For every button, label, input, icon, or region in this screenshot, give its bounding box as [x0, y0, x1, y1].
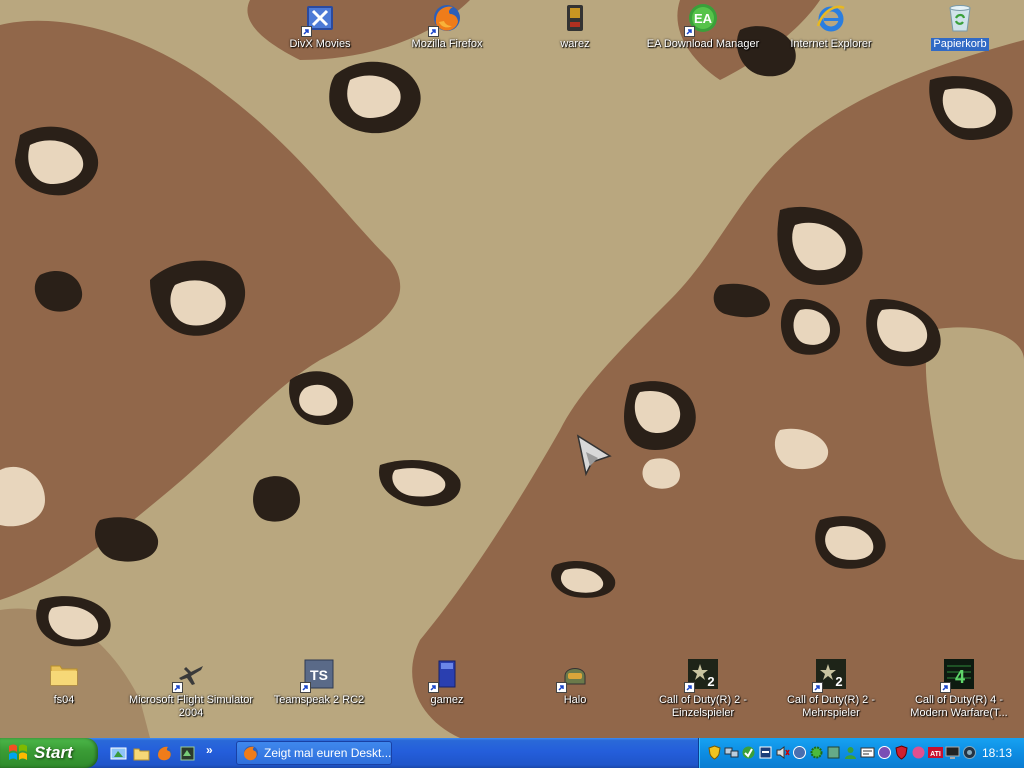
tray-icons: ATI	[707, 745, 977, 760]
system-tray: ATI 18:13	[698, 738, 1024, 768]
shortcut-arrow-icon	[428, 682, 439, 693]
app-icon[interactable]	[177, 743, 197, 763]
shortcut-arrow-icon	[556, 682, 567, 693]
icon-label: Call of Duty(R) 2 - Einzelspieler	[658, 694, 748, 719]
desktop-icon-divx-movies[interactable]: DivX Movies	[256, 0, 384, 62]
desktop-icon-cod2-mehrspieler[interactable]: 2 Call of Duty(R) 2 - Mehrspieler	[767, 656, 895, 719]
shortcut-arrow-icon	[684, 682, 695, 693]
svg-text:EA: EA	[694, 11, 713, 26]
desktop-icon-gamez[interactable]: gamez	[383, 656, 511, 718]
camouflage-wallpaper	[0, 0, 1024, 738]
gear-icon[interactable]	[809, 745, 824, 760]
quick-launch-more-button[interactable]: »	[206, 743, 213, 763]
desktop-icon-papierkorb[interactable]: Papierkorb	[896, 0, 1024, 62]
cod2-icon: 2	[812, 658, 847, 693]
desktop-icon-cod2-einzelspieler[interactable]: 2 Call of Duty(R) 2 - Einzelspieler	[639, 656, 767, 719]
icon-label: fs04	[53, 694, 75, 706]
app-icon[interactable]	[792, 745, 807, 760]
desktop-icon-fs04[interactable]: fs04	[0, 656, 128, 718]
shortcut-arrow-icon	[301, 26, 312, 37]
icon-label: Microsoft Flight Simulator 2004	[128, 694, 254, 719]
icon-label: warez	[560, 38, 590, 50]
network-icon[interactable]	[724, 745, 739, 760]
icon-label: Internet Explorer	[790, 38, 872, 50]
desktop-icon-teamspeak-2-rc2[interactable]: TS Teamspeak 2 RC2	[255, 656, 383, 718]
monitor-icon[interactable]	[945, 745, 960, 760]
icon-label: Halo	[563, 694, 587, 706]
shortcut-arrow-icon	[300, 682, 311, 693]
book-icon	[428, 658, 463, 693]
quick-launch-bar: »	[108, 743, 213, 763]
taskbar: Start » Zeigt mal euren Deskt... ATI 18:…	[0, 738, 1024, 768]
app-icon[interactable]	[911, 745, 926, 760]
icon-label: Papierkorb	[931, 38, 989, 51]
mouse-cursor-icon	[576, 434, 612, 477]
firefox-icon	[244, 746, 258, 761]
shortcut-arrow-icon	[940, 682, 951, 693]
ie-icon	[815, 2, 847, 34]
app-icon[interactable]	[877, 745, 892, 760]
shortcut-arrow-icon	[684, 26, 695, 37]
icon-label: EA Download Manager	[646, 38, 760, 50]
shield-icon[interactable]	[707, 745, 722, 760]
firefox-icon	[428, 2, 463, 37]
desktop-icon-mozilla-firefox[interactable]: Mozilla Firefox	[383, 0, 511, 62]
app-icon[interactable]	[962, 745, 977, 760]
task-button-firefox[interactable]: Zeigt mal euren Deskt...	[236, 741, 392, 765]
cod4-icon-text: 4	[955, 667, 965, 687]
ati-icon-text: ATI	[930, 751, 941, 758]
desktop[interactable]: DivX Movies Mozilla Firefox warez EA EA …	[0, 0, 1024, 738]
task-button-label: Zeigt mal euren Deskt...	[264, 746, 391, 760]
recycle-bin-icon	[944, 2, 976, 34]
teamspeak-icon-text: TS	[310, 667, 328, 683]
volume-icon[interactable]	[775, 745, 790, 760]
cod2-icon-text: 2	[707, 674, 714, 689]
folder-icon[interactable]	[131, 743, 151, 763]
desktop-icon-ea-download-manager[interactable]: EA EA Download Manager	[639, 0, 767, 62]
cod2-icon: 2	[684, 658, 719, 693]
desktop-icon-warez[interactable]: warez	[511, 0, 639, 62]
security-icon[interactable]	[758, 745, 773, 760]
shortcut-arrow-icon	[172, 682, 183, 693]
airplane-icon	[172, 658, 207, 693]
teamspeak-icon: TS	[300, 658, 335, 693]
icon-label: DivX Movies	[289, 38, 351, 50]
start-button[interactable]: Start	[0, 738, 98, 768]
show-desktop-icon[interactable]	[108, 743, 128, 763]
shortcut-arrow-icon	[428, 26, 439, 37]
app-icon[interactable]	[826, 745, 841, 760]
desktop-icon-flight-simulator-2004[interactable]: Microsoft Flight Simulator 2004	[127, 656, 255, 719]
icon-label: Call of Duty(R) 4 - Modern Warfare(T...	[910, 694, 1008, 719]
windows-flag-icon	[9, 744, 27, 760]
divx-icon	[301, 2, 336, 37]
folder-icon	[48, 658, 80, 690]
desktop-icon-halo[interactable]: Halo	[511, 656, 639, 718]
firefox-icon[interactable]	[154, 743, 174, 763]
shortcut-arrow-icon	[812, 682, 823, 693]
clock: 18:13	[981, 746, 1012, 760]
shield-icon[interactable]	[894, 745, 909, 760]
cod2-icon-text: 2	[835, 674, 842, 689]
helmet-icon	[556, 658, 591, 693]
desktop-icon-internet-explorer[interactable]: Internet Explorer	[767, 0, 895, 62]
update-icon[interactable]	[741, 745, 756, 760]
icon-label: Call of Duty(R) 2 - Mehrspieler	[786, 694, 876, 719]
ea-icon: EA	[684, 2, 719, 37]
desktop-icon-cod4-modern-warfare[interactable]: 4 Call of Duty(R) 4 - Modern Warfare(T..…	[895, 656, 1023, 719]
icon-label: Mozilla Firefox	[411, 38, 483, 50]
user-icon[interactable]	[843, 745, 858, 760]
icon-label: gamez	[430, 694, 464, 706]
cod4-icon: 4	[940, 658, 975, 693]
icon-label: Teamspeak 2 RC2	[273, 694, 365, 706]
ati-icon[interactable]: ATI	[928, 745, 943, 760]
start-label: Start	[34, 743, 73, 762]
device-icon	[559, 2, 591, 34]
app-icon[interactable]	[860, 745, 875, 760]
